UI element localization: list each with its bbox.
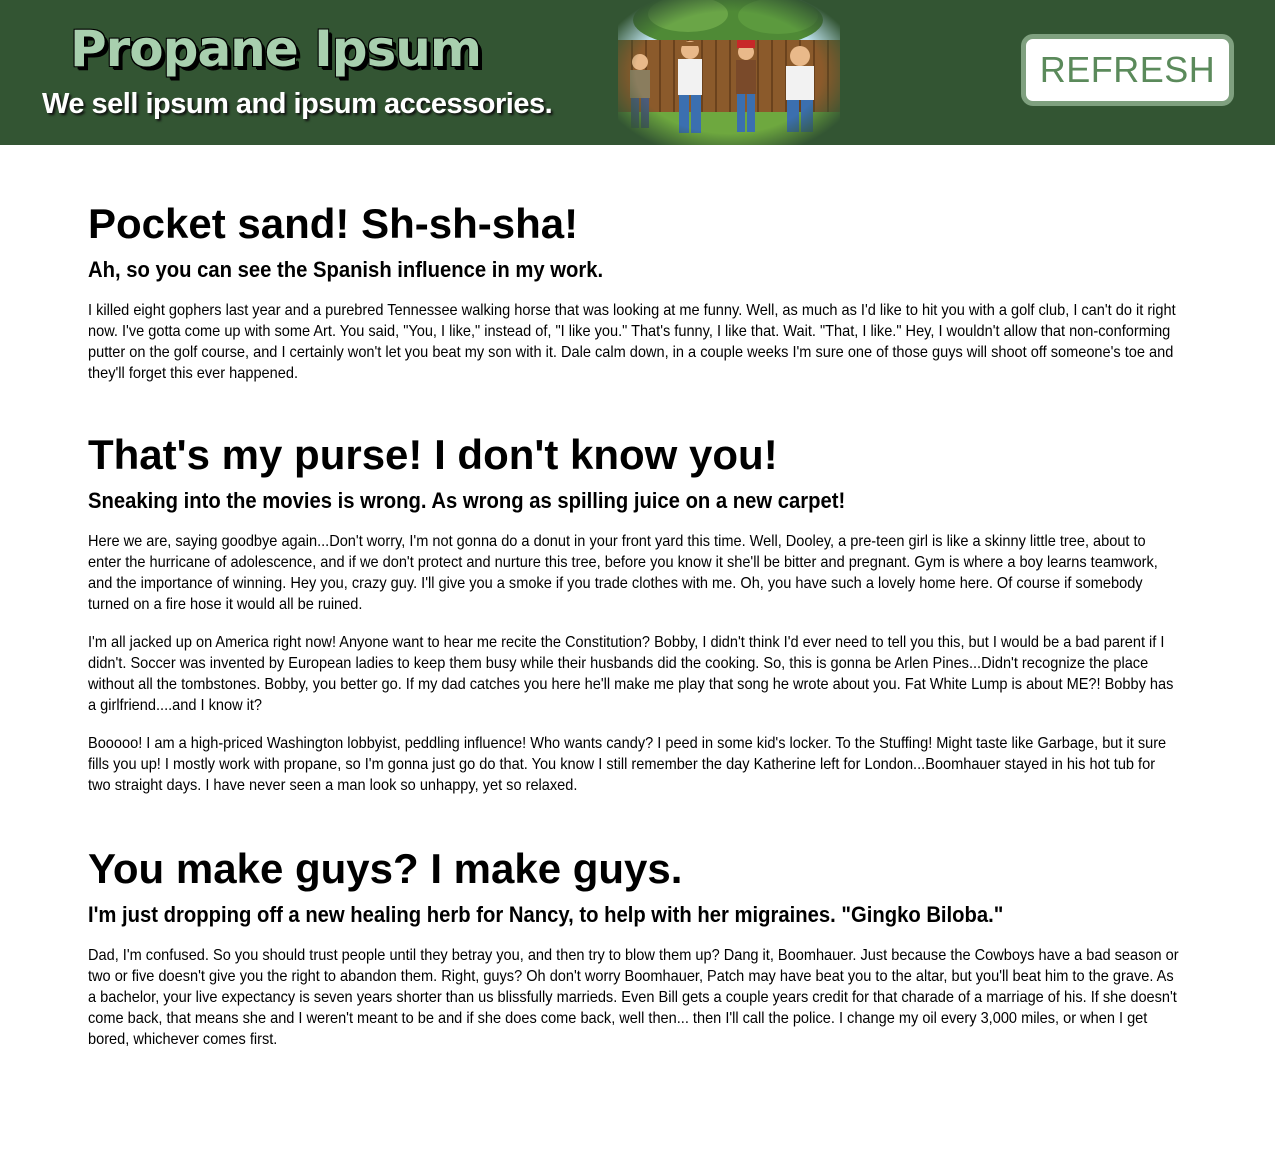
site-tagline: We sell ipsum and ipsum accessories. — [42, 88, 553, 120]
section-paragraph: Dad, I'm confused. So you should trust p… — [88, 947, 1179, 1048]
ipsum-section: That's my purse! I don't know you! Sneak… — [88, 427, 1275, 813]
section-paragraph: Here we are, saying goodbye again...Don'… — [88, 533, 1158, 613]
section-subtitle: Ah, so you can see the Spanish influence… — [88, 257, 604, 282]
section-subtitle: I'm just dropping off a new healing herb… — [88, 902, 1004, 927]
ipsum-section: Pocket sand! Sh-sh-sha! Ah, so you can s… — [88, 196, 1275, 401]
section-subtitle: Sneaking into the movies is wrong. As wr… — [88, 488, 846, 513]
section-paragraph: I killed eight gophers last year and a p… — [88, 302, 1176, 382]
section-paragraph: Booooo! I am a high-priced Washington lo… — [88, 735, 1167, 794]
ipsum-section: You make guys? I make guys. I'm just dro… — [88, 841, 1275, 1067]
section-title: That's my purse! I don't know you! — [88, 431, 778, 478]
refresh-button[interactable]: REFRESH — [1021, 34, 1234, 106]
site-header: Propane Ipsum We sell ipsum and ipsum ac… — [0, 0, 1275, 145]
header-illustration — [618, 0, 840, 145]
section-title: You make guys? I make guys. — [88, 845, 683, 892]
section-paragraph: I'm all jacked up on America right now! … — [88, 634, 1174, 714]
section-title: Pocket sand! Sh-sh-sha! — [88, 200, 579, 247]
site-logo: Propane Ipsum — [70, 20, 482, 78]
